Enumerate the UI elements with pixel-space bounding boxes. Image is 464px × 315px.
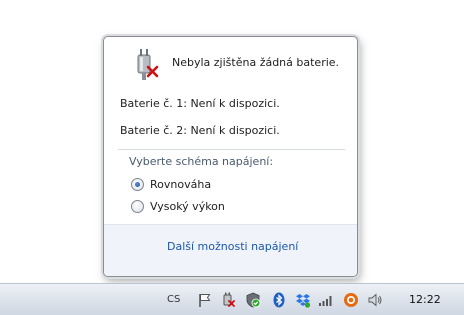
network-signal-icon[interactable] (318, 292, 334, 308)
taskbar: CS 12:22 (0, 283, 464, 315)
power-plan-label: Vysoký výkon (150, 199, 225, 213)
volume-icon[interactable] (367, 292, 383, 308)
power-flyout: Nebyla zjištěna žádná baterie. Baterie č… (103, 36, 358, 277)
flyout-footer: Další možnosti napájení (104, 224, 357, 276)
system-clock[interactable]: 12:22 (409, 293, 441, 306)
power-plan-high-performance[interactable]: Vysoký výkon (131, 198, 225, 214)
battery-2-status: Baterie č. 2: Není k dispozici. (120, 124, 280, 137)
more-power-options-link[interactable]: Další možnosti napájení (167, 240, 298, 253)
system-tray: CS 12:22 (0, 284, 464, 315)
no-battery-icon (137, 49, 159, 80)
security-shield-icon[interactable] (245, 292, 261, 308)
battery-status-section: Nebyla zjištěna žádná baterie. Baterie č… (104, 37, 357, 149)
section-divider (118, 149, 345, 150)
power-plan-label: Rovnováha (150, 177, 212, 191)
browser-icon[interactable] (343, 292, 359, 308)
bluetooth-icon[interactable] (271, 292, 287, 308)
power-icon[interactable] (220, 292, 236, 308)
power-plan-balanced[interactable]: Rovnováha (131, 176, 211, 192)
battery-status-title: Nebyla zjištěna žádná baterie. (172, 56, 340, 69)
flag-icon[interactable] (197, 292, 213, 308)
battery-1-status: Baterie č. 1: Není k dispozici. (120, 97, 280, 110)
language-indicator[interactable]: CS (167, 294, 180, 305)
radio-button-selected[interactable] (131, 177, 144, 191)
power-plan-heading: Vyberte schéma napájení: (129, 155, 274, 168)
dropbox-icon[interactable] (295, 292, 311, 308)
radio-button[interactable] (131, 199, 144, 213)
